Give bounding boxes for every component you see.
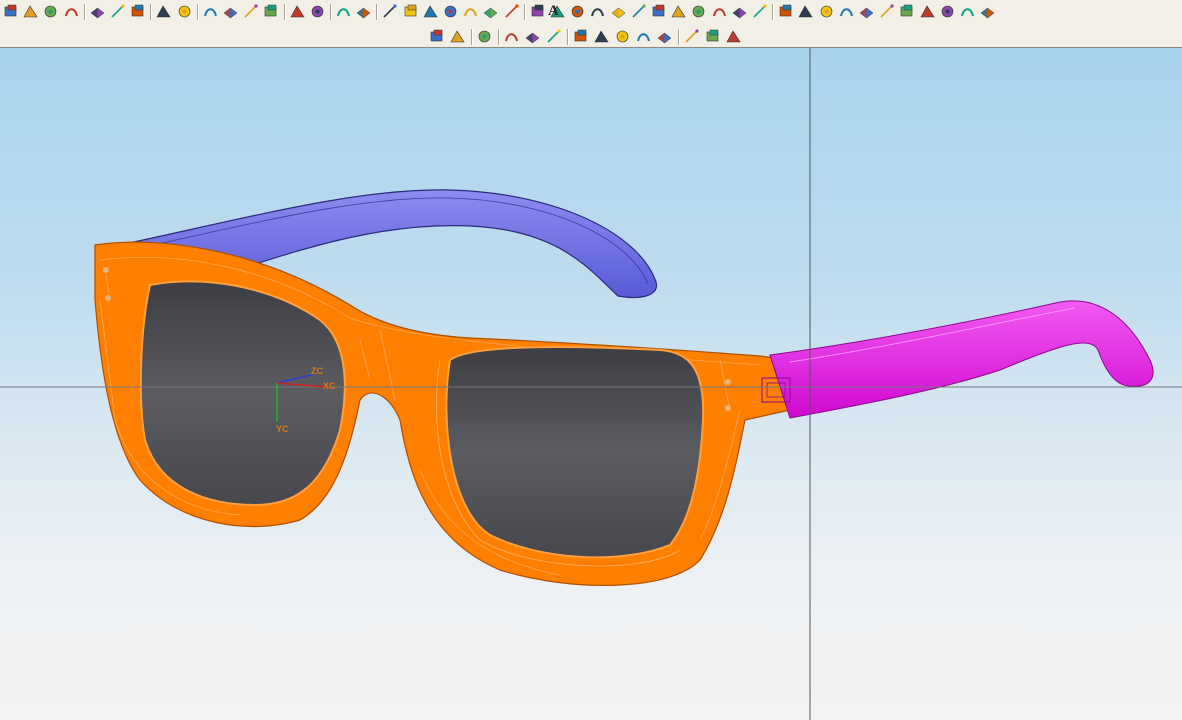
- cube-icon[interactable]: [878, 3, 895, 20]
- shade-icon[interactable]: [777, 3, 794, 20]
- toolbar-separator: [83, 4, 85, 20]
- building-icon[interactable]: [898, 3, 915, 20]
- analysis-icon[interactable]: [572, 28, 589, 45]
- glasses-model[interactable]: ZC XC YC: [0, 48, 1182, 720]
- draft-icon[interactable]: [222, 3, 239, 20]
- draft-analysis-icon[interactable]: [656, 28, 673, 45]
- point-icon[interactable]: [442, 3, 459, 20]
- law-curve-icon[interactable]: [711, 3, 728, 20]
- toolbar-separator: [523, 4, 525, 20]
- rotate-view-icon[interactable]: [355, 3, 372, 20]
- curve-project-icon[interactable]: [610, 3, 627, 20]
- text-icon[interactable]: [462, 3, 479, 20]
- toolbar-separator: [471, 29, 472, 45]
- toolbar-separator: [196, 4, 198, 20]
- erase-icon[interactable]: [309, 3, 326, 20]
- shaded-edges-icon[interactable]: [524, 28, 541, 45]
- green-gear-icon[interactable]: [979, 3, 996, 20]
- trim-body-icon[interactable]: [242, 3, 259, 20]
- datum-plane-icon[interactable]: [42, 3, 59, 20]
- toolbar-separator: [772, 4, 774, 20]
- toolbar-separator: [567, 29, 568, 45]
- block-icon[interactable]: [939, 3, 956, 20]
- hook-tool-icon[interactable]: [725, 28, 742, 45]
- revolve-icon[interactable]: [109, 3, 126, 20]
- tube-icon[interactable]: [919, 3, 936, 20]
- toolbar-separator: [150, 4, 152, 20]
- cross-point-icon[interactable]: [482, 3, 499, 20]
- bar-chart-icon[interactable]: [858, 3, 875, 20]
- curve-intersect-icon[interactable]: [630, 3, 647, 20]
- spline-icon[interactable]: [422, 3, 439, 20]
- right-lens: [445, 346, 705, 559]
- zc-label: ZC: [311, 366, 323, 376]
- slash-tool-icon[interactable]: [704, 28, 721, 45]
- toolbar-separator: [498, 29, 499, 45]
- toolbar-separator: [678, 29, 679, 45]
- edit-sketch-icon[interactable]: [22, 3, 39, 20]
- open-part-icon[interactable]: [2, 3, 19, 20]
- arc-icon[interactable]: [402, 3, 419, 20]
- rectangle-icon[interactable]: [503, 3, 520, 20]
- circle-icon[interactable]: [529, 3, 546, 20]
- line-tool-icon[interactable]: [683, 28, 700, 45]
- toolbar-separator: [283, 4, 285, 20]
- wireframe-icon[interactable]: [797, 3, 814, 20]
- measure-distance-icon[interactable]: [428, 28, 445, 45]
- cylinder-icon[interactable]: [569, 3, 586, 20]
- surface-icon[interactable]: [670, 3, 687, 20]
- toolbar-separator: [330, 4, 331, 20]
- graphics-window[interactable]: ZC XC YC: [0, 48, 1182, 720]
- render-style-icon[interactable]: [545, 28, 562, 45]
- sweep-icon[interactable]: [129, 3, 146, 20]
- curve-offset-icon[interactable]: [589, 3, 606, 20]
- helix-icon[interactable]: [731, 3, 748, 20]
- layer-icon[interactable]: [63, 3, 80, 20]
- hidden-line-icon[interactable]: [818, 3, 835, 20]
- blend-icon[interactable]: [155, 3, 172, 20]
- xc-label: XC: [323, 381, 336, 391]
- right-temple: [769, 300, 1154, 419]
- curvature-icon[interactable]: [593, 28, 610, 45]
- orient-icon[interactable]: [335, 3, 352, 20]
- toolbar-separator: [376, 4, 378, 20]
- toolbar-row-1: A: [0, 0, 1182, 26]
- extract-curve-icon[interactable]: [650, 3, 667, 20]
- yc-label: YC: [276, 424, 289, 434]
- deviation-icon[interactable]: [635, 28, 652, 45]
- rectangle-select-icon[interactable]: [289, 3, 306, 20]
- green-body-icon[interactable]: [959, 3, 976, 20]
- extrude-icon[interactable]: [89, 3, 106, 20]
- toolbar-row-2: [0, 25, 1182, 48]
- combine-icon[interactable]: [751, 3, 768, 20]
- shell-icon[interactable]: [202, 3, 219, 20]
- sew-icon[interactable]: [262, 3, 279, 20]
- bridge-icon[interactable]: [690, 3, 707, 20]
- section-icon[interactable]: [838, 3, 855, 20]
- chamfer-icon[interactable]: [176, 3, 193, 20]
- shaded-body-icon[interactable]: [503, 28, 520, 45]
- plus-point-icon[interactable]: [614, 28, 631, 45]
- snap-point-icon[interactable]: [476, 28, 493, 45]
- line-icon[interactable]: [381, 3, 398, 20]
- measure-angle-icon[interactable]: [449, 28, 466, 45]
- text-tool-button[interactable]: A: [548, 3, 559, 20]
